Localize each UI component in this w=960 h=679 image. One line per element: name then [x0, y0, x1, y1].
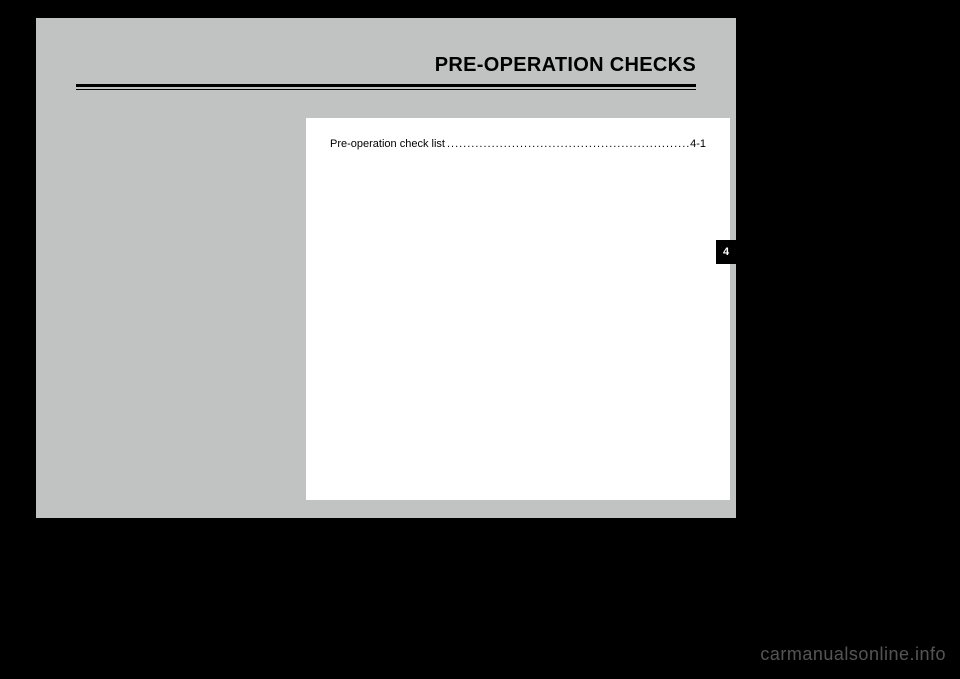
heading-area: PRE-OPERATION CHECKS: [76, 54, 696, 77]
toc-entry: Pre-operation check list ...............…: [330, 138, 706, 150]
watermark-text: carmanualsonline.info: [760, 644, 946, 665]
divider-thin: [76, 89, 696, 90]
toc-entry-page: 4-1: [690, 138, 706, 150]
divider-thick: [76, 84, 696, 87]
toc-panel: Pre-operation check list ...............…: [306, 118, 730, 500]
chapter-thumb-tab: 4: [716, 240, 736, 264]
manual-page: PRE-OPERATION CHECKS Pre-operation check…: [36, 18, 736, 518]
toc-entry-label: Pre-operation check list: [330, 138, 445, 150]
toc-entry-leader: ........................................…: [445, 138, 690, 150]
chapter-number: 4: [723, 246, 729, 258]
page-title: PRE-OPERATION CHECKS: [76, 54, 696, 77]
